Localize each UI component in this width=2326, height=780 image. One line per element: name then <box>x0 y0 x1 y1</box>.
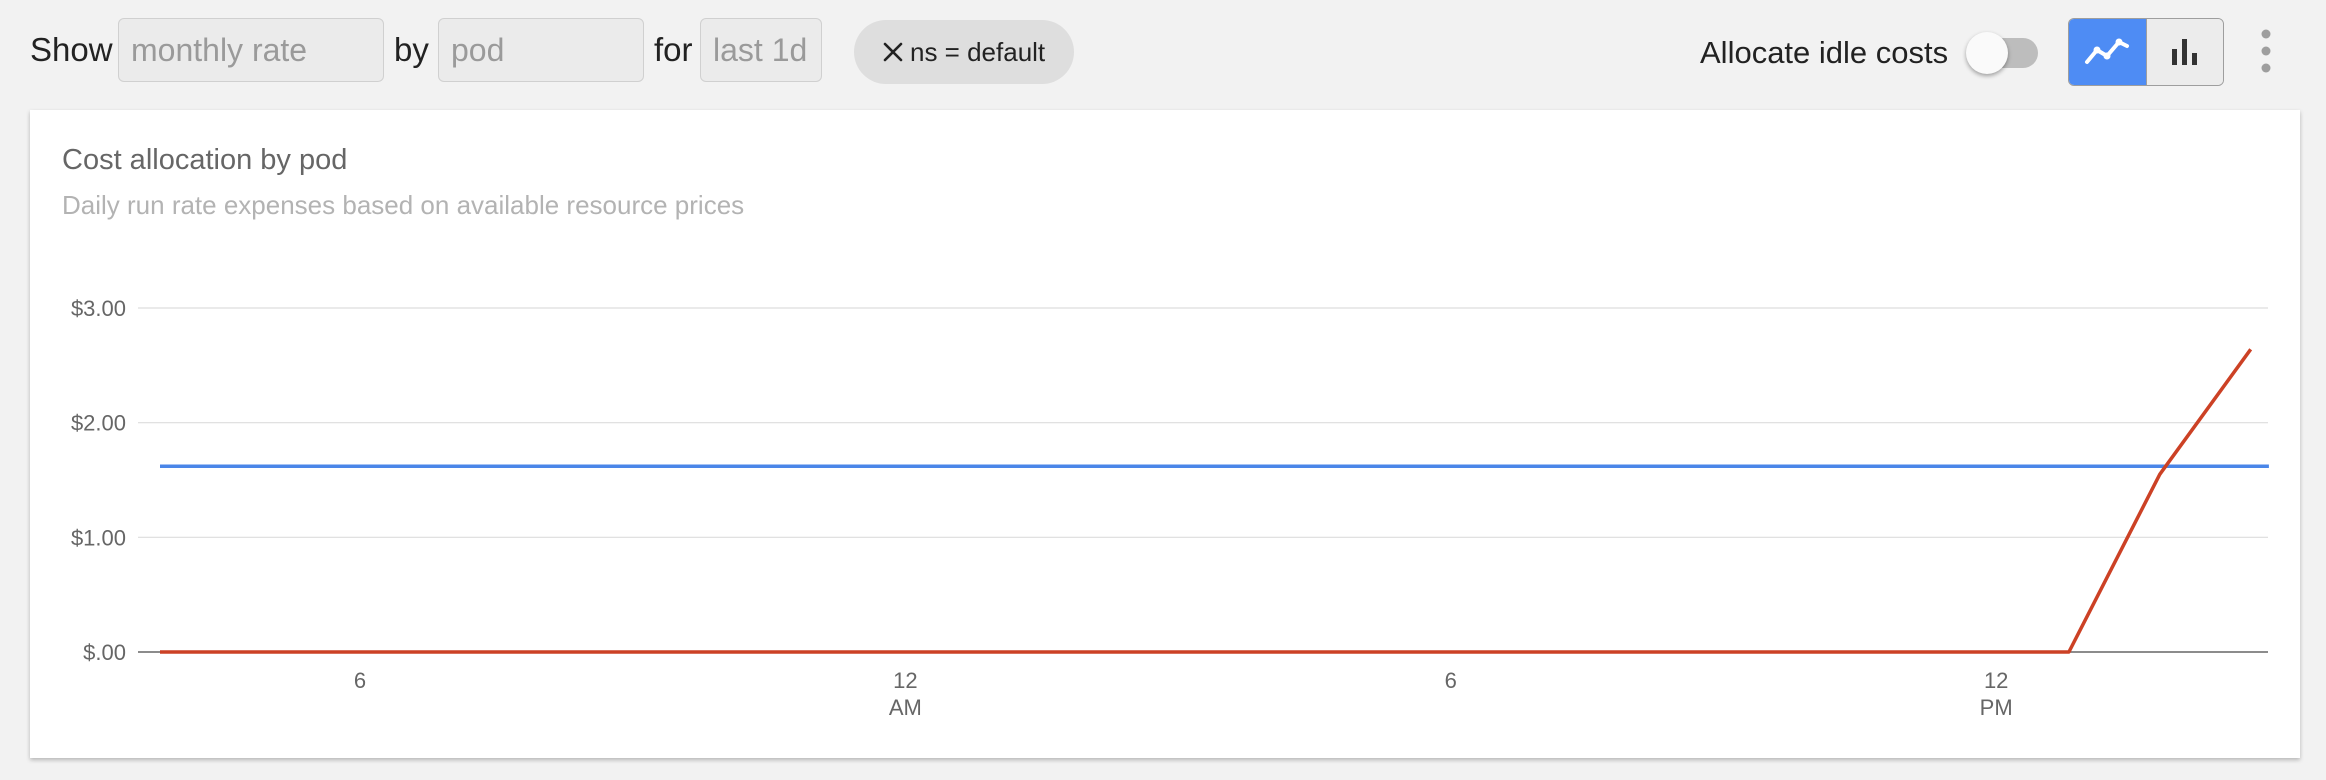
y-tick-label: $3.00 <box>71 296 126 321</box>
metric-select[interactable] <box>118 18 384 82</box>
by-label: by <box>394 31 429 68</box>
y-tick-label: $.00 <box>83 640 126 665</box>
filter-chip[interactable]: ns = default <box>854 20 1074 84</box>
window-select[interactable] <box>700 18 822 82</box>
idle-costs-label: Allocate idle costs <box>1700 35 1949 70</box>
close-icon[interactable] <box>882 41 904 63</box>
y-tick-label: $1.00 <box>71 525 126 550</box>
x-tick-label: 6 <box>1445 668 1457 693</box>
show-label: Show <box>30 31 113 68</box>
cost-allocation-card: Cost allocation by pod Daily run rate ex… <box>30 110 2300 758</box>
bar-view-button[interactable] <box>2145 19 2223 85</box>
toggle-knob <box>1966 32 2008 74</box>
line-chart-icon <box>2085 38 2130 64</box>
for-label: for <box>654 31 693 68</box>
x-tick-label: 6 <box>354 668 366 693</box>
filter-chip-label: ns = default <box>910 36 1046 67</box>
bar-chart-icon <box>2171 39 2197 65</box>
x-tick-sublabel: PM <box>1980 695 2013 720</box>
toolbar: Show by for ns = default Allocate idle c… <box>0 0 2326 100</box>
idle-costs-toggle[interactable] <box>1966 32 2038 74</box>
x-tick-label: 12 <box>1984 668 2008 693</box>
line-view-button[interactable] <box>2069 19 2146 85</box>
cost-line-chart: $.00$1.00$2.00$3.006 12AM6 12PM <box>71 296 2269 720</box>
more-vert-icon[interactable] <box>2256 28 2276 74</box>
view-mode-toggle <box>2068 18 2224 86</box>
aggregate-select[interactable] <box>438 18 644 82</box>
x-tick-sublabel: AM <box>889 695 922 720</box>
x-tick-label: 12 <box>893 668 917 693</box>
series-line-2 <box>160 348 2253 654</box>
y-tick-label: $2.00 <box>71 411 126 436</box>
